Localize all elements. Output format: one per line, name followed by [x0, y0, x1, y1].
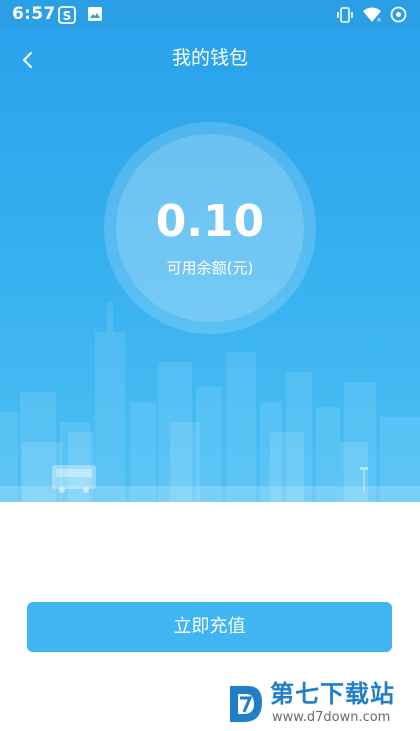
balance-inner-circle: 0.10 可用余额(元): [116, 134, 304, 322]
balance-label: 可用余额(元): [166, 259, 254, 277]
sogou-icon: S: [58, 6, 76, 28]
ground-strip: [0, 486, 420, 502]
watermark-text: 第七下载站: [270, 680, 395, 708]
site-logo-icon: [230, 686, 262, 722]
recharge-button[interactable]: 立即充值: [27, 602, 392, 652]
svg-text:S: S: [63, 9, 72, 23]
data-saver-icon: [390, 6, 407, 27]
status-time: 6:57: [12, 4, 56, 24]
watermark-url: www.d7down.com: [272, 710, 391, 725]
svg-text:×: ×: [376, 16, 382, 24]
page-title: 我的钱包: [171, 47, 248, 69]
gallery-icon: [87, 6, 103, 26]
status-bar: 6:57 S ×: [0, 0, 420, 29]
balance-amount: 0.10: [155, 196, 265, 247]
wifi-icon: ×: [362, 6, 382, 28]
wallet-header-panel: 我的钱包 0.10 可用余额(元): [0, 29, 420, 502]
site-watermark: 第七下载站 www.d7down.com: [226, 680, 416, 728]
balance-circle: 0.10 可用余额(元): [104, 122, 316, 334]
vibrate-icon: [336, 6, 354, 28]
